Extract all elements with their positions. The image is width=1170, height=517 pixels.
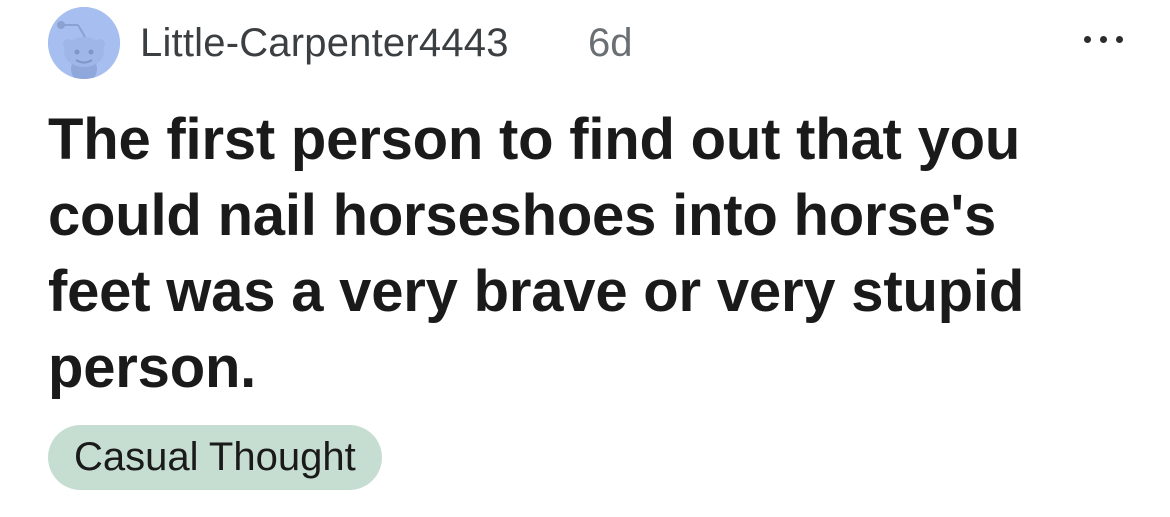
- post-header: Little-Carpenter4443 6d: [48, 7, 1128, 81]
- post-flair[interactable]: Casual Thought: [48, 425, 382, 490]
- post-age: 6d: [588, 21, 633, 65]
- post-title-line: feet was a very brave or very stupid: [48, 259, 1025, 324]
- reddit-snoo-avatar-icon: [48, 7, 120, 79]
- more-dot-icon: [1116, 36, 1123, 43]
- more-dot-icon: [1100, 36, 1107, 43]
- post-title-line: person.: [48, 335, 257, 400]
- user-avatar[interactable]: [48, 7, 120, 79]
- post-card: Little-Carpenter4443 6d The first person…: [0, 0, 1170, 517]
- more-options-icon[interactable]: [1084, 29, 1126, 49]
- post-title: The first person to find out that you co…: [48, 102, 1128, 406]
- post-title-line: could nail horseshoes into horse's: [48, 183, 997, 248]
- post-author[interactable]: Little-Carpenter4443: [140, 21, 509, 65]
- post-title-line: The first person to find out that you: [48, 107, 1021, 172]
- more-dot-icon: [1084, 36, 1091, 43]
